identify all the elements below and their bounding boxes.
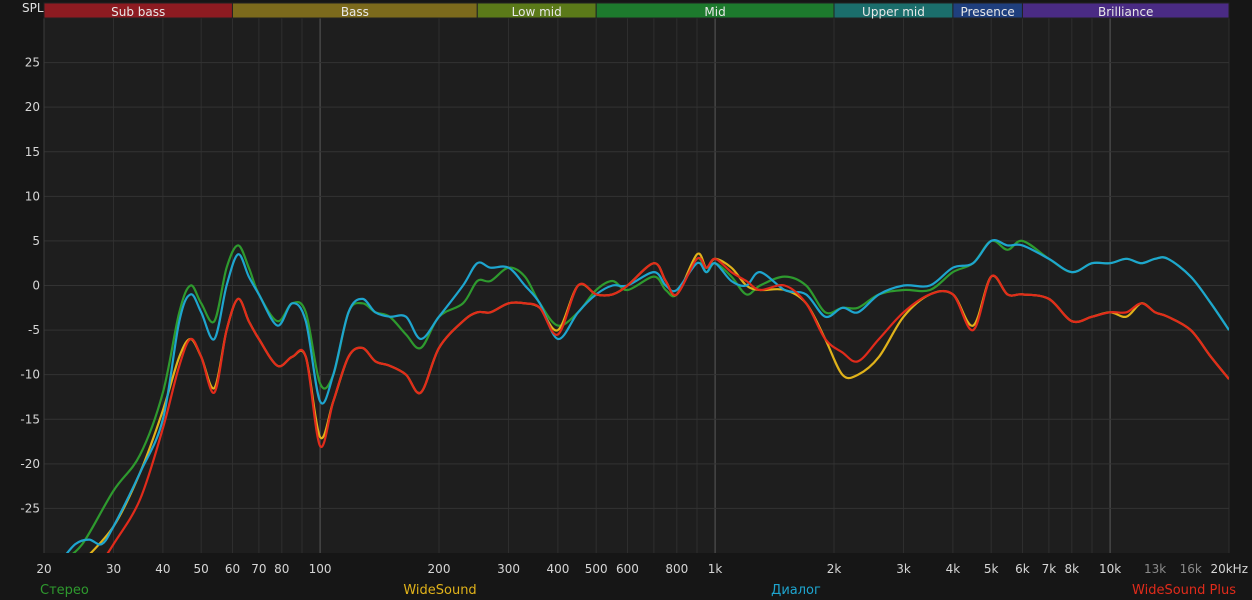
x-tick-label: 2k bbox=[827, 562, 842, 576]
x-tick-label: 600 bbox=[616, 562, 639, 576]
y-tick-label: 5 bbox=[32, 234, 40, 248]
x-tick-label: 50 bbox=[194, 562, 209, 576]
y-tick-label: -5 bbox=[28, 323, 40, 337]
y-tick-label: -20 bbox=[20, 457, 40, 471]
x-tick-label: 3k bbox=[896, 562, 911, 576]
x-tick-label: 400 bbox=[546, 562, 569, 576]
y-axis-label: SPL bbox=[22, 1, 44, 15]
y-tick-label: -15 bbox=[20, 412, 40, 426]
x-tick-label: 80 bbox=[274, 562, 289, 576]
y-tick-label: -10 bbox=[20, 368, 40, 382]
x-tick-label: 7k bbox=[1042, 562, 1057, 576]
band-label: Sub bass bbox=[111, 5, 165, 19]
y-tick-label: 15 bbox=[25, 145, 40, 159]
band-label: Bass bbox=[341, 5, 369, 19]
x-tick-label: 1k bbox=[708, 562, 723, 576]
x-tick-label: 13k bbox=[1144, 562, 1166, 576]
y-tick-label: 0 bbox=[32, 279, 40, 293]
legend-entry: Диалог bbox=[771, 583, 821, 598]
x-tick-label: 30 bbox=[106, 562, 121, 576]
x-tick-label: 300 bbox=[497, 562, 520, 576]
x-tick-label: 60 bbox=[225, 562, 240, 576]
x-tick-label: 100 bbox=[309, 562, 332, 576]
legend-entry: WideSound bbox=[403, 583, 476, 598]
legend-entry: WideSound Plus bbox=[1132, 583, 1236, 598]
x-tick-label: 20kHz bbox=[1210, 562, 1248, 576]
x-tick-label: 70 bbox=[251, 562, 266, 576]
frequency-response-chart: Sub bass Bass Low mid Mid Upper mid Presence B… bbox=[0, 0, 1252, 600]
x-tick-label: 800 bbox=[665, 562, 688, 576]
x-tick-label: 4k bbox=[946, 562, 961, 576]
frequency-bands: Sub bass Bass Low mid Mid Upper mid Presence B… bbox=[43, 2, 1230, 19]
band-label: Mid bbox=[704, 5, 725, 19]
x-tick-label: 16k bbox=[1180, 562, 1202, 576]
legend-entry: Стерео bbox=[40, 583, 89, 598]
x-tick-label: 8k bbox=[1065, 562, 1080, 576]
x-tick-label: 500 bbox=[585, 562, 608, 576]
x-tick-label: 200 bbox=[428, 562, 451, 576]
y-tick-label: -25 bbox=[20, 501, 40, 515]
y-tick-label: 20 bbox=[25, 100, 40, 114]
band-label: Brilliance bbox=[1098, 5, 1153, 19]
band-label: Low mid bbox=[512, 5, 562, 19]
x-tick-label: 40 bbox=[155, 562, 170, 576]
y-tick-label: 10 bbox=[25, 189, 40, 203]
x-tick-label: 6k bbox=[1015, 562, 1030, 576]
x-tick-label: 10k bbox=[1099, 562, 1121, 576]
x-tick-label: 20 bbox=[36, 562, 51, 576]
band-label: Presence bbox=[961, 5, 1015, 19]
x-tick-label: 5k bbox=[984, 562, 999, 576]
band-label: Upper mid bbox=[862, 5, 925, 19]
y-tick-label: 25 bbox=[25, 56, 40, 70]
